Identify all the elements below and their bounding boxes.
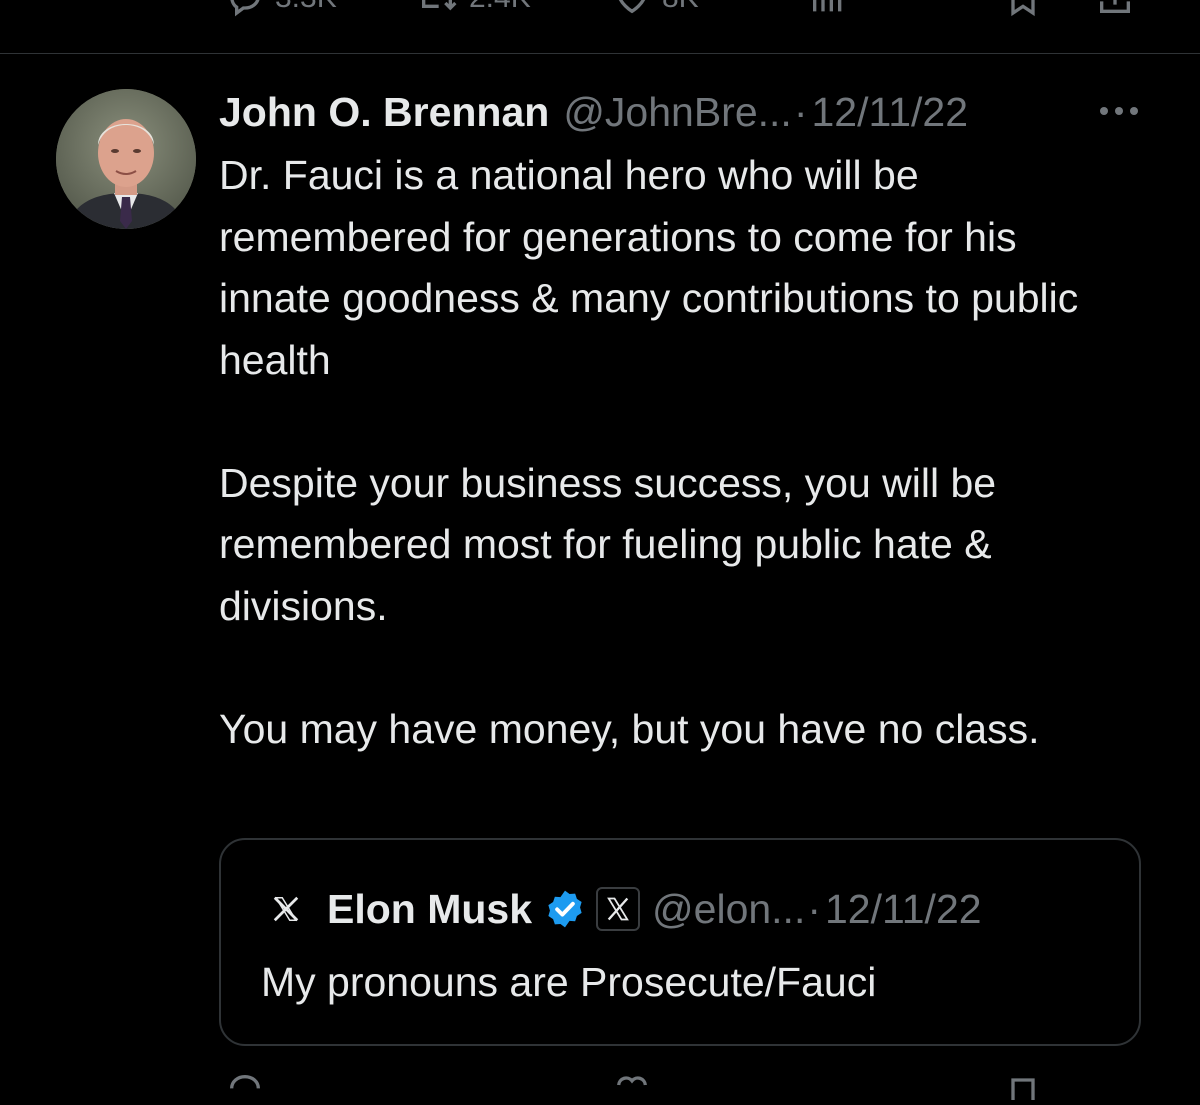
tweet-paragraph: Dr. Fauci is a national hero who will be… (219, 152, 1079, 383)
author-name[interactable]: John O. Brennan (219, 89, 549, 136)
quoted-author-name[interactable]: Elon Musk (327, 886, 532, 933)
views-button[interactable] (808, 0, 848, 18)
verified-badge-icon (544, 888, 586, 930)
avatar[interactable] (56, 89, 196, 229)
bottom-action-bar (0, 1070, 1200, 1100)
bookmark-button[interactable] (1003, 1070, 1043, 1100)
x-affiliation-badge-icon[interactable] (596, 887, 641, 931)
bookmark-icon (1003, 0, 1043, 18)
tweet-header: John O. Brennan @JohnBre... · 12/11/22 (219, 86, 968, 138)
reply-icon (225, 0, 265, 18)
quoted-tweet-date[interactable]: 12/11/22 (825, 886, 982, 933)
tweet-paragraph: Despite your business success, you will … (219, 459, 997, 629)
quoted-tweet[interactable]: Elon Musk @elon... · 12/11/22 My pronoun… (219, 838, 1141, 1046)
like-icon (612, 1076, 652, 1104)
separator-dot: · (793, 88, 808, 135)
bookmark-button[interactable] (1003, 0, 1043, 18)
retweet-icon (415, 0, 459, 18)
quoted-tweet-text: My pronouns are Prosecute/Fauci (261, 959, 877, 1005)
reply-count: 3.3K (275, 0, 337, 15)
quoted-author-handle[interactable]: @elon... (652, 886, 805, 933)
x-logo-icon (271, 894, 301, 924)
reply-button[interactable]: 3.3K (225, 0, 337, 18)
separator-dot: · (807, 885, 821, 932)
quoted-tweet-header: Elon Musk @elon... · 12/11/22 (271, 884, 982, 934)
share-icon (1095, 0, 1135, 18)
like-button[interactable] (612, 1070, 652, 1100)
top-action-bar: 3.3K 2.4K 8K (0, 0, 1200, 18)
more-icon (1098, 105, 1140, 122)
tweet-paragraph: You may have money, but you have no clas… (219, 705, 1040, 752)
like-count: 8K (662, 0, 699, 15)
retweet-count: 2.4K (469, 0, 531, 15)
tweet-text: Dr. Fauci is a national hero who will be… (219, 145, 1169, 760)
more-button[interactable] (1098, 104, 1140, 118)
like-button[interactable]: 8K (612, 0, 699, 18)
tweet-date[interactable]: 12/11/22 (811, 89, 968, 136)
like-icon (612, 0, 652, 18)
bookmark-icon (1003, 1078, 1043, 1104)
divider (0, 53, 1200, 54)
reply-icon (225, 1074, 265, 1104)
views-icon (808, 0, 848, 18)
author-handle[interactable]: @JohnBre... (563, 89, 792, 136)
retweet-button[interactable]: 2.4K (415, 0, 531, 18)
share-button[interactable] (1095, 0, 1135, 18)
reply-button[interactable] (225, 1070, 265, 1100)
